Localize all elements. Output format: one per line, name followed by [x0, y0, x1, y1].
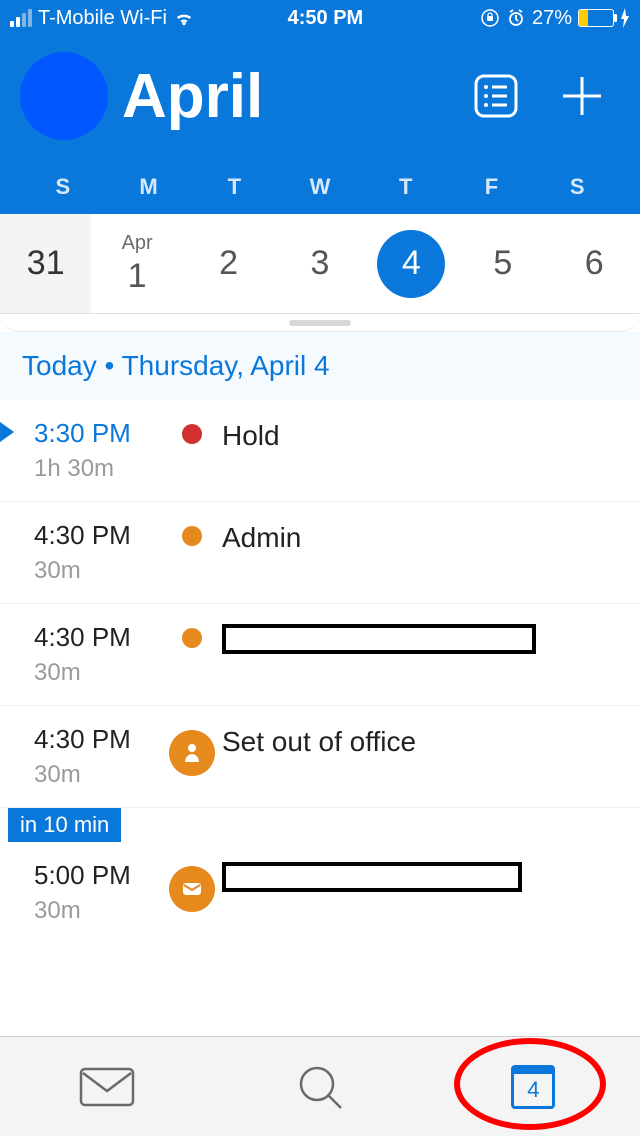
search-icon — [295, 1062, 345, 1112]
plus-icon — [557, 71, 607, 121]
date-cell-selected[interactable]: 4 — [366, 214, 457, 313]
wifi-icon — [173, 9, 195, 27]
event-title: Hold — [222, 418, 280, 452]
date-cell[interactable]: 2 — [183, 214, 274, 313]
date-strip[interactable]: 31 Apr 1 2 3 4 5 6 — [0, 214, 640, 314]
dnd-moon-icon — [456, 9, 474, 27]
event-duration: 30m — [34, 557, 162, 585]
event-row[interactable]: 4:30 PM 30m Set out of office — [0, 706, 640, 808]
status-bar: T-Mobile Wi-Fi 4:50 PM 27% — [0, 0, 640, 36]
date-cell[interactable]: 31 — [0, 214, 91, 313]
new-event-button[interactable] — [554, 68, 610, 124]
tab-mail[interactable] — [0, 1037, 213, 1136]
calendar-header: April S M T W T F S — [0, 36, 640, 214]
charging-icon — [620, 8, 630, 28]
month-title[interactable]: April — [122, 61, 454, 132]
weekday-label: T — [363, 174, 449, 200]
event-duration: 30m — [34, 761, 162, 789]
alarm-icon — [506, 8, 526, 28]
tab-search[interactable] — [213, 1037, 426, 1136]
calendar-color-dot — [182, 424, 202, 444]
weekday-label: T — [191, 174, 277, 200]
weekday-label: F — [449, 174, 535, 200]
event-time: 4:30 PM — [34, 724, 162, 755]
avatar[interactable] — [20, 52, 108, 140]
calendar-icon: 4 — [511, 1065, 555, 1109]
upcoming-badge: in 10 min — [8, 808, 121, 842]
calendar-color-dot — [182, 628, 202, 648]
out-of-office-icon — [169, 730, 215, 776]
orientation-lock-icon — [480, 8, 500, 28]
event-time: 5:00 PM — [34, 860, 162, 891]
date-cell[interactable]: 3 — [274, 214, 365, 313]
event-row[interactable]: 3:30 PM 1h 30m Hold — [0, 400, 640, 502]
weekday-label: M — [106, 174, 192, 200]
date-cell[interactable]: 5 — [457, 214, 548, 313]
event-title-redacted — [222, 862, 522, 892]
event-row[interactable]: 4:30 PM 30m Admin — [0, 502, 640, 604]
weekday-label: S — [534, 174, 620, 200]
mail-event-icon — [169, 866, 215, 912]
list-icon — [471, 71, 521, 121]
event-row[interactable]: 5:00 PM 30m — [0, 842, 640, 943]
today-banner: Today • Thursday, April 4 — [0, 332, 640, 400]
weekday-label: W — [277, 174, 363, 200]
event-list[interactable]: 3:30 PM 1h 30m Hold 4:30 PM 30m Admin 4:… — [0, 400, 640, 943]
agenda-view-button[interactable] — [468, 68, 524, 124]
date-cell[interactable]: 6 — [549, 214, 640, 313]
clock-label: 4:50 PM — [195, 7, 456, 30]
event-time: 4:30 PM — [34, 622, 162, 653]
battery-pct-label: 27% — [532, 7, 572, 30]
drag-handle[interactable] — [0, 314, 640, 332]
event-duration: 30m — [34, 659, 162, 687]
event-title: Admin — [222, 520, 301, 554]
event-row[interactable]: 4:30 PM 30m — [0, 604, 640, 706]
event-title: Set out of office — [222, 724, 416, 758]
carrier-label: T-Mobile Wi-Fi — [38, 7, 167, 30]
event-time: 3:30 PM — [34, 418, 162, 449]
signal-icon — [10, 9, 32, 27]
weekday-label: S — [20, 174, 106, 200]
event-time: 4:30 PM — [34, 520, 162, 551]
event-duration: 30m — [34, 897, 162, 925]
event-duration: 1h 30m — [34, 455, 162, 483]
date-cell[interactable]: Apr 1 — [91, 214, 182, 313]
calendar-color-dot — [182, 526, 202, 546]
battery-icon — [578, 9, 614, 27]
tab-calendar[interactable]: 4 — [427, 1037, 640, 1136]
mail-icon — [77, 1065, 137, 1109]
weekday-row: S M T W T F S — [20, 174, 620, 214]
event-title-redacted — [222, 624, 536, 654]
tab-bar: 4 — [0, 1036, 640, 1136]
